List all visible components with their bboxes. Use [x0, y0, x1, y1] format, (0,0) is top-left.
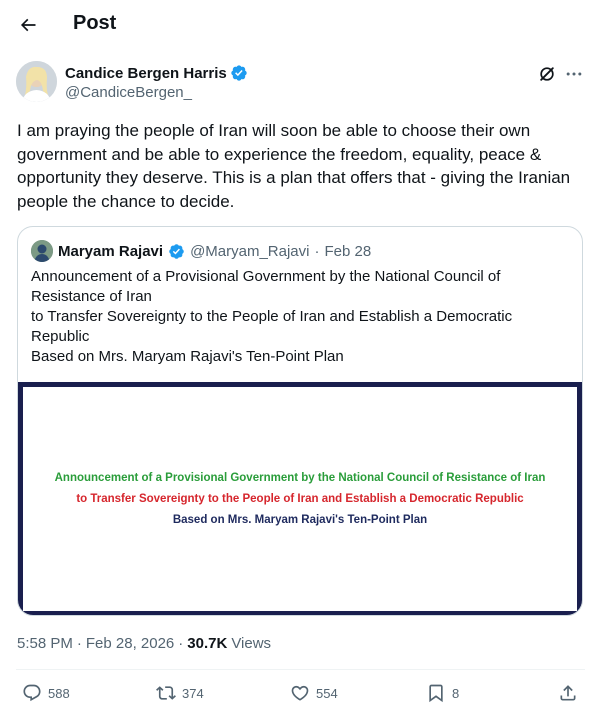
views-count: 30.7K [187, 635, 228, 652]
views-label: Views [231, 635, 272, 652]
bookmark-icon [429, 684, 443, 703]
quoted-avatar[interactable] [31, 240, 53, 262]
quoted-post[interactable]: Maryam Rajavi @Maryam_Rajavi · Feb 28 An… [17, 226, 583, 616]
image-text-line-1: Announcement of a Provisional Government… [54, 472, 546, 484]
page-title: Post [73, 12, 117, 34]
meta-separator: · [178, 635, 184, 652]
reply-count: 588 [48, 685, 70, 701]
back-button[interactable] [14, 10, 42, 40]
more-button[interactable] [564, 64, 584, 84]
post-header: Post [0, 0, 601, 50]
grok-button[interactable] [537, 64, 557, 84]
repost-count: 374 [182, 685, 204, 701]
quoted-text-line: to Transfer Sovereignty to the People of… [31, 308, 513, 345]
avatar[interactable] [16, 61, 57, 102]
quoted-text-line: Based on Mrs. Maryam Rajavi's Ten-Point … [31, 348, 344, 365]
share-icon [560, 685, 576, 701]
post-time[interactable]: 5:58 PM [17, 635, 73, 652]
avatar-image [16, 61, 57, 102]
post-author: Candice Bergen Harris @CandiceBergen_ [16, 61, 586, 105]
action-bar: 588 374 554 8 [0, 683, 601, 711]
quoted-author-name[interactable]: Maryam Rajavi [58, 243, 163, 260]
author-name-row[interactable]: Candice Bergen Harris [65, 64, 248, 82]
divider [16, 669, 585, 670]
quoted-post-image[interactable]: Announcement of a Provisional Government… [18, 382, 582, 615]
post-metadata: 5:58 PM · Feb 28, 2026 · 30.7K Views [17, 635, 271, 652]
heart-icon [291, 685, 309, 701]
bookmark-button[interactable]: 8 [426, 683, 459, 703]
meta-separator: · [76, 635, 82, 652]
quoted-author-handle[interactable]: @Maryam_Rajavi [190, 243, 309, 260]
image-text-line-3: Based on Mrs. Maryam Rajavi's Ten-Point … [172, 514, 428, 526]
post-text: I am praying the people of Iran will soo… [17, 121, 571, 211]
bookmark-count: 8 [452, 685, 460, 701]
quoted-post-header: Maryam Rajavi @Maryam_Rajavi · Feb 28 [31, 240, 371, 262]
share-button[interactable] [558, 683, 578, 703]
image-content: Announcement of a Provisional Government… [23, 387, 577, 611]
image-text-line-2: to Transfer Sovereignty to the People of… [76, 493, 524, 505]
grok-icon [540, 67, 554, 81]
arrow-left-icon [20, 18, 36, 32]
post-date[interactable]: Feb 28, 2026 [86, 635, 174, 652]
verified-badge-icon [231, 65, 247, 81]
reply-button[interactable]: 588 [22, 683, 70, 703]
repost-button[interactable]: 374 [156, 683, 204, 703]
verified-badge-icon [169, 243, 184, 259]
author-handle[interactable]: @CandiceBergen_ [65, 84, 192, 101]
more-horizontal-icon [566, 72, 582, 76]
quoted-date[interactable]: Feb 28 [324, 243, 371, 260]
reply-icon [23, 684, 41, 702]
author-name[interactable]: Candice Bergen Harris [65, 65, 227, 82]
like-count: 554 [316, 685, 338, 701]
like-button[interactable]: 554 [290, 683, 338, 703]
quoted-post-text: Announcement of a Provisional Government… [31, 267, 561, 367]
quoted-text-line: Announcement of a Provisional Government… [31, 268, 501, 305]
quoted-separator: · [314, 242, 320, 260]
quoted-avatar-image [31, 240, 53, 262]
repost-icon [156, 686, 176, 700]
